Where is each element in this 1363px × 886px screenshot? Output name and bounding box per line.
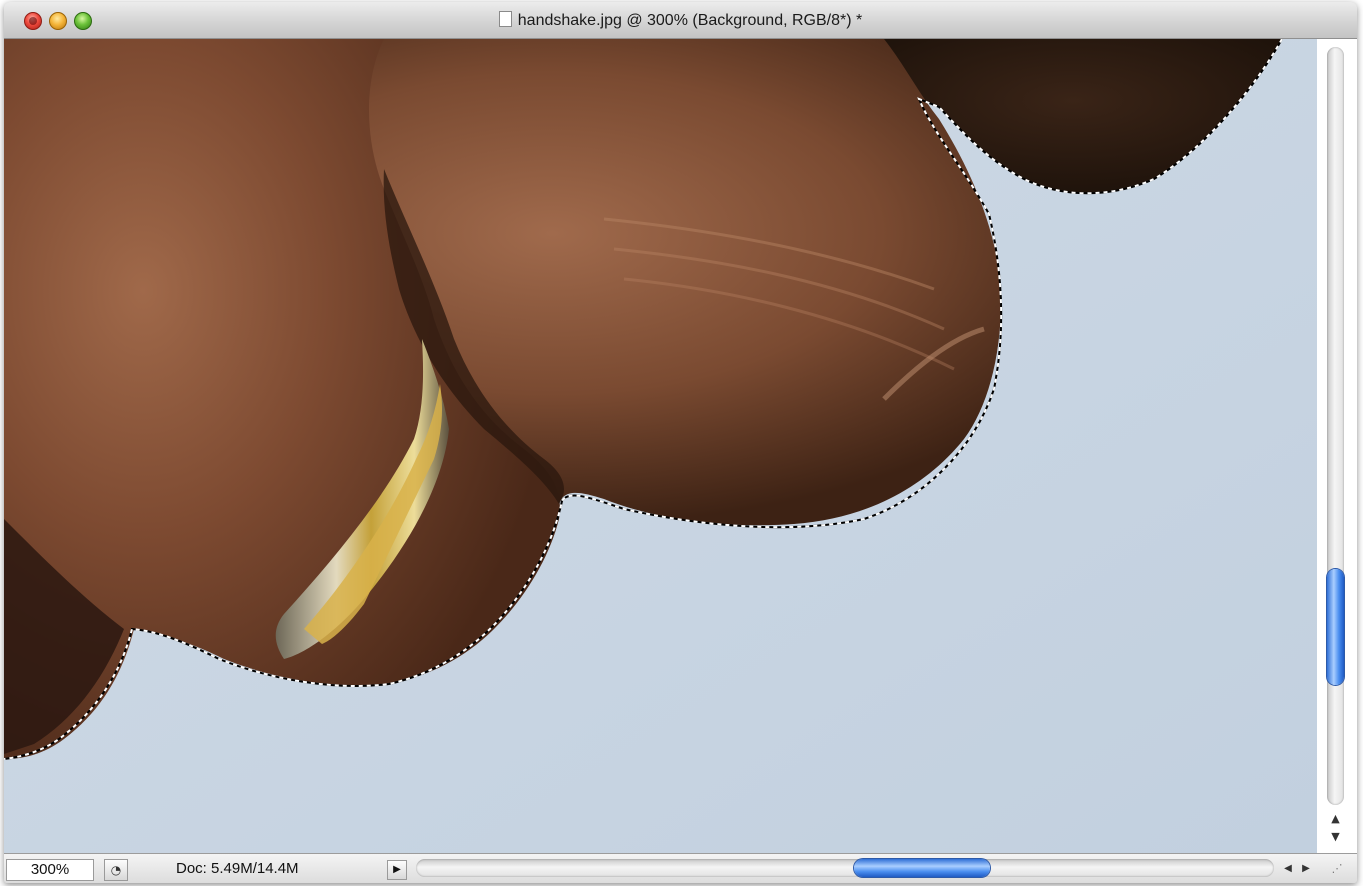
vertical-scroll-thumb[interactable] <box>1327 569 1344 685</box>
vertical-scroll-track[interactable] <box>1327 47 1344 805</box>
status-bar: 300% ◔ Doc: 5.49M/14.4M ▶ ◀ ▶ ⋰ <box>4 853 1357 883</box>
scroll-down-arrow-icon[interactable]: ▼ <box>1327 829 1344 845</box>
image-canvas[interactable] <box>4 39 1317 853</box>
quick-mask-icon[interactable]: ◔ <box>104 859 128 881</box>
info-menu-arrow-icon[interactable]: ▶ <box>387 860 407 880</box>
horizontal-scroll-thumb[interactable] <box>854 859 990 877</box>
scroll-left-arrow-icon[interactable]: ◀ <box>1280 860 1296 878</box>
document-info: Doc: 5.49M/14.4M <box>176 860 299 877</box>
document-icon <box>498 11 512 27</box>
photo <box>4 39 1317 853</box>
window-title: handshake.jpg @ 300% (Background, RGB/8*… <box>517 12 863 29</box>
window-title-container: handshake.jpg @ 300% (Background, RGB/8*… <box>4 11 1357 30</box>
scroll-up-arrow-icon[interactable]: ▲ <box>1327 811 1344 827</box>
zoom-level-field[interactable]: 300% <box>6 859 94 881</box>
horizontal-scroll-track[interactable] <box>416 859 1274 877</box>
title-bar[interactable]: handshake.jpg @ 300% (Background, RGB/8*… <box>4 2 1357 39</box>
scroll-right-arrow-icon[interactable]: ▶ <box>1298 860 1314 878</box>
vertical-scrollbar[interactable]: ▲ ▼ <box>1317 39 1357 853</box>
document-window: handshake.jpg @ 300% (Background, RGB/8*… <box>4 2 1357 883</box>
resize-grip-icon[interactable]: ⋰ <box>1320 856 1354 882</box>
